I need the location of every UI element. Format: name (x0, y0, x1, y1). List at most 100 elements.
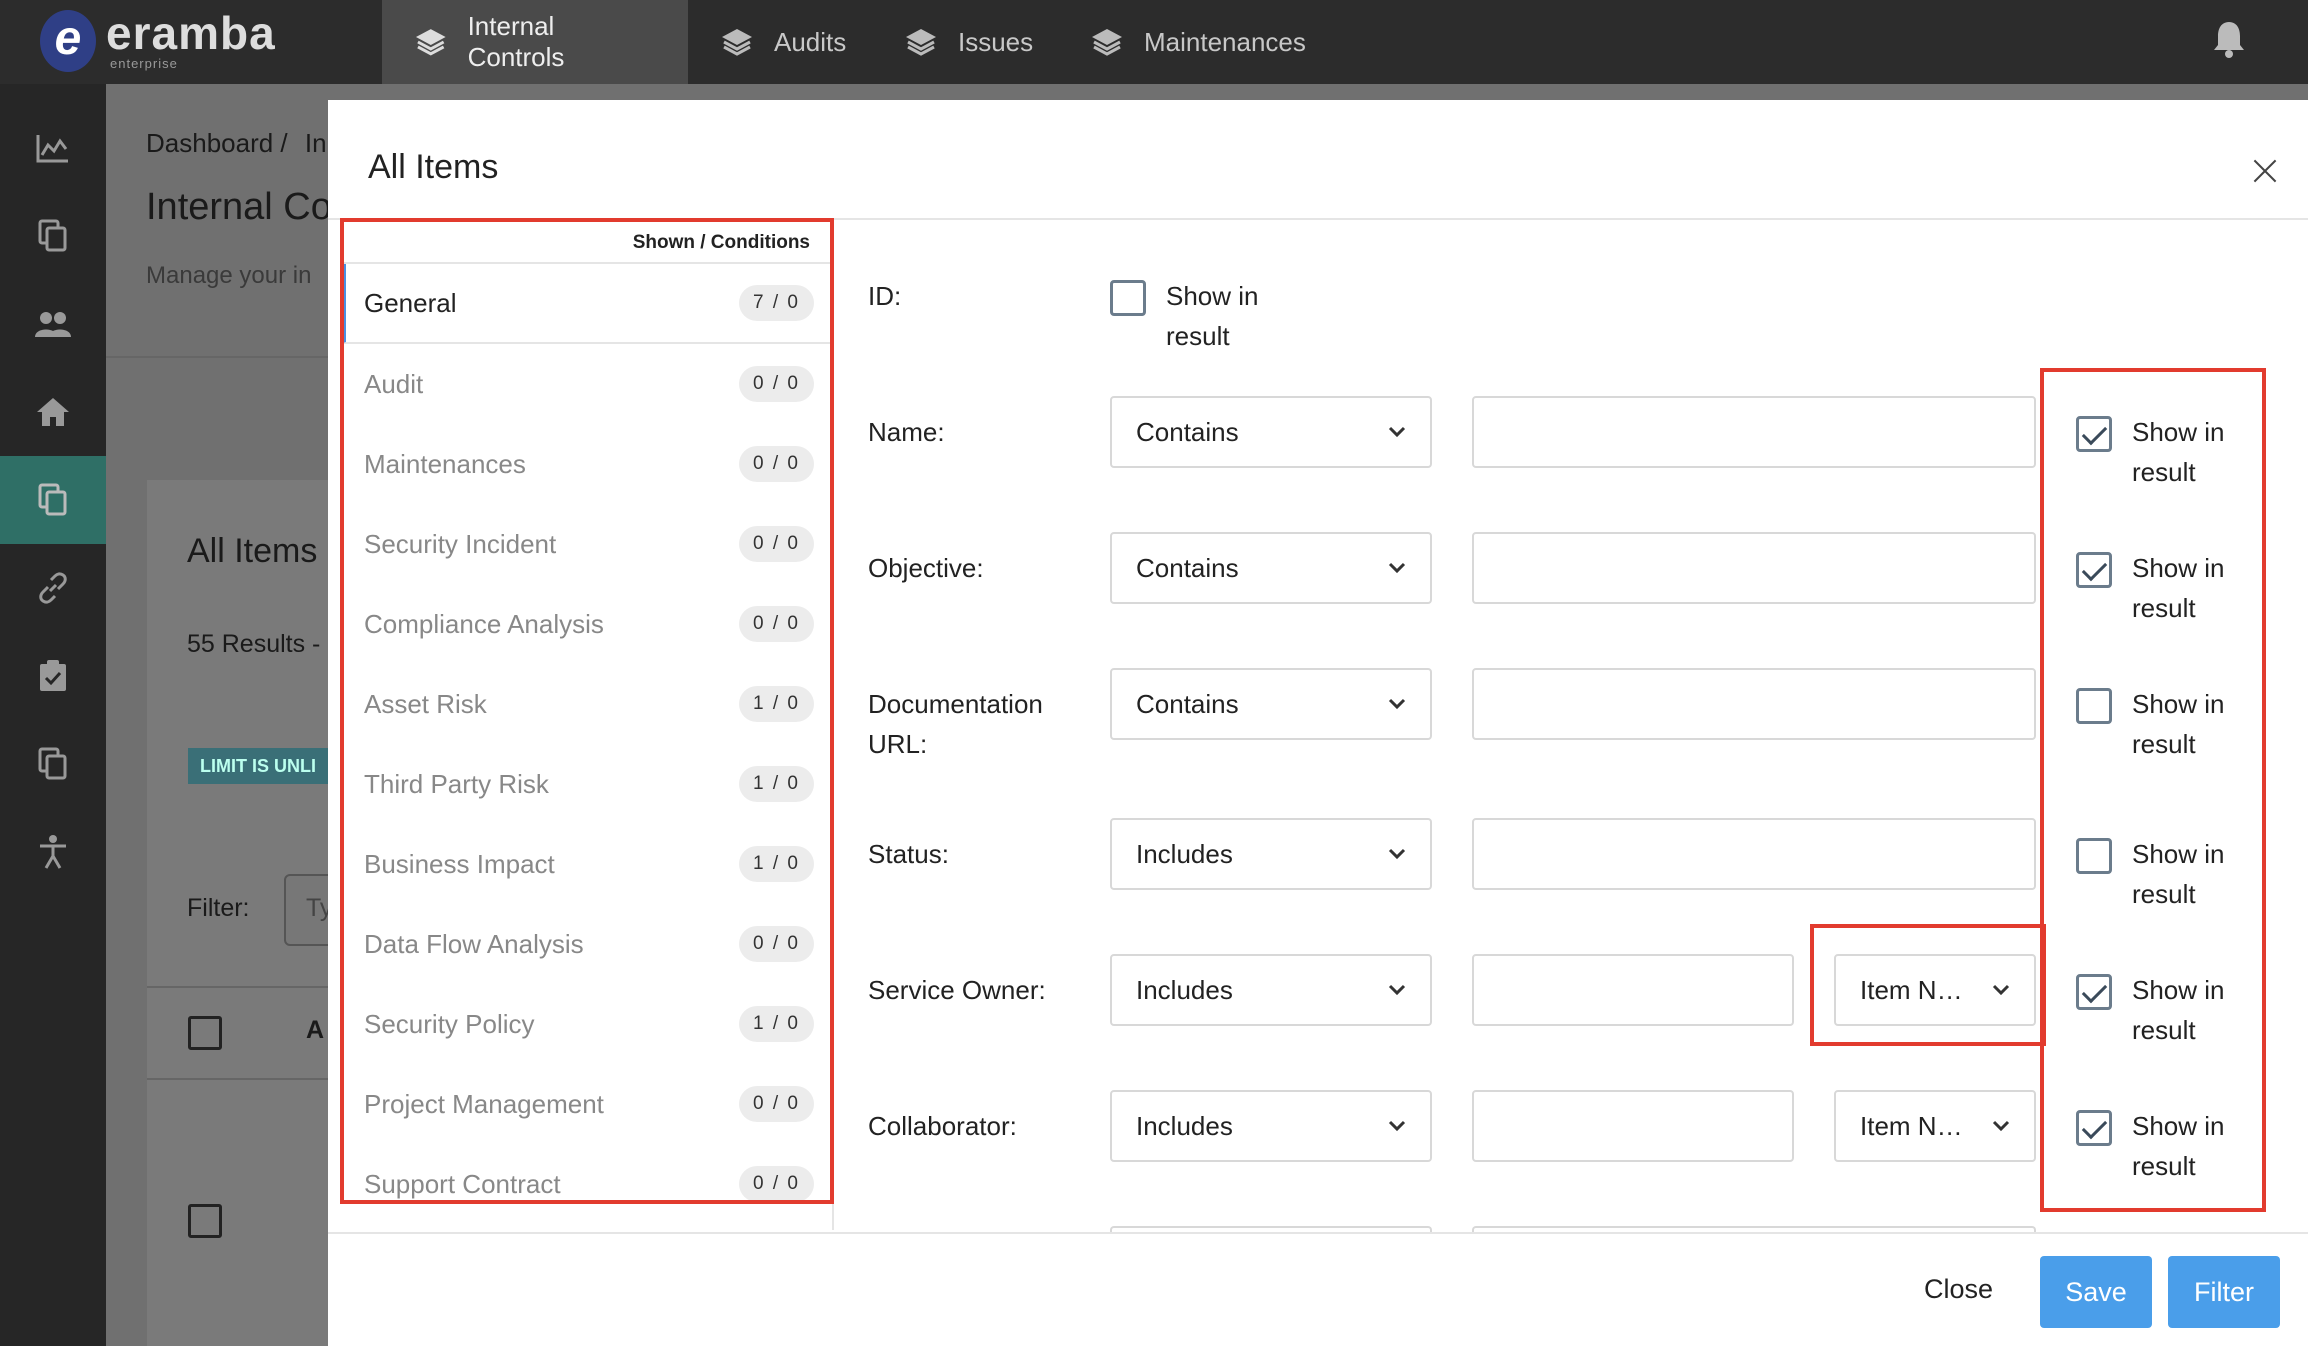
sidebar-item-documents[interactable] (0, 192, 106, 280)
show-in-result-service-owner[interactable]: Show in result (2076, 970, 2242, 1050)
show-in-result-name[interactable]: Show in result (2076, 412, 2242, 492)
select-value: Contains (1136, 416, 1239, 447)
checkbox[interactable] (2076, 974, 2112, 1010)
category-item-business-impact[interactable]: Business Impact 1 / 0 (340, 824, 834, 904)
chart-icon (36, 135, 68, 163)
checkbox[interactable] (2076, 838, 2112, 874)
card-title: All Items (187, 532, 318, 570)
select-value: Includes (1136, 1110, 1233, 1141)
logo-subtitle: enterprise (110, 56, 178, 71)
sidebar-item-policies[interactable] (0, 720, 106, 808)
field-label-name: Name: (868, 417, 945, 447)
category-item-security-policy[interactable]: Security Policy 1 / 0 (340, 984, 834, 1064)
subfield-select-service-owner[interactable]: Item N… (1834, 954, 2036, 1026)
top-navbar: e eramba enterprise Internal Controls Au… (0, 0, 2308, 84)
field-label-id: ID: (868, 281, 902, 311)
category-label: Asset Risk (364, 688, 487, 719)
select-value: Contains (1136, 688, 1239, 719)
filter-button[interactable]: Filter (2168, 1256, 2280, 1328)
category-item-security-incident[interactable]: Security Incident 0 / 0 (340, 504, 834, 584)
sidebar-item-dashboard[interactable] (0, 104, 106, 192)
select-all-checkbox[interactable] (188, 1016, 222, 1050)
category-item-data-flow-analysis[interactable]: Data Flow Analysis 0 / 0 (340, 904, 834, 984)
nav-tab-label: Issues (958, 26, 1034, 57)
category-label: Data Flow Analysis (364, 928, 584, 959)
modal-footer-divider (328, 1232, 2308, 1234)
field-label-objective: Objective: (868, 553, 984, 583)
category-item-asset-risk[interactable]: Asset Risk 1 / 0 (340, 664, 834, 744)
operator-select-collaborator[interactable]: Includes (1110, 1090, 1432, 1162)
category-label: Support Contract (364, 1168, 561, 1199)
value-input-service-owner[interactable] (1472, 954, 1794, 1026)
category-count-badge: 0 / 0 (739, 446, 814, 482)
checkbox[interactable] (2076, 552, 2112, 588)
checkbox[interactable] (2076, 1110, 2112, 1146)
category-item-project-management[interactable]: Project Management 0 / 0 (340, 1064, 834, 1144)
bell-icon[interactable] (2212, 18, 2246, 63)
category-item-audit[interactable]: Audit 0 / 0 (340, 344, 834, 424)
select-value: Includes (1136, 974, 1233, 1005)
breadcrumb[interactable]: Dashboard / In (146, 128, 327, 159)
operator-select-service-owner[interactable]: Includes (1110, 954, 1432, 1026)
close-button[interactable]: Close (1924, 1258, 1993, 1321)
eramba-logo[interactable]: e eramba enterprise (36, 2, 376, 82)
limit-badge: LIMIT IS UNLI (188, 748, 348, 784)
value-input-name[interactable] (1472, 396, 2036, 468)
chevron-down-icon (1388, 426, 1406, 438)
checkbox[interactable] (2076, 416, 2112, 452)
operator-select-documentation-url[interactable]: Contains (1110, 668, 1432, 740)
value-input-collaborator[interactable] (1472, 1090, 1794, 1162)
show-in-result-id[interactable]: Show in result (1110, 276, 1276, 356)
breadcrumb-dashboard[interactable]: Dashboard / (146, 128, 288, 158)
nav-tab-maintenances[interactable]: Maintenances (1058, 0, 1338, 84)
home-icon (37, 398, 69, 426)
category-item-maintenances[interactable]: Maintenances 0 / 0 (340, 424, 834, 504)
show-in-result-collaborator[interactable]: Show in result (2076, 1106, 2242, 1186)
logo-mark: e (40, 10, 96, 72)
sidebar-item-home[interactable] (0, 368, 106, 456)
checkbox[interactable] (2076, 688, 2112, 724)
copy-icon (38, 483, 67, 516)
nav-tab-issues[interactable]: Issues (872, 0, 1065, 84)
field-label-service-owner: Service Owner: (868, 975, 1046, 1005)
value-input-documentation-url[interactable] (1472, 668, 2036, 740)
category-item-compliance-analysis[interactable]: Compliance Analysis 0 / 0 (340, 584, 834, 664)
sidebar-item-links[interactable] (0, 544, 106, 632)
save-button[interactable]: Save (2040, 1256, 2152, 1328)
value-input-objective[interactable] (1472, 532, 2036, 604)
checkbox-label: Show in result (2132, 553, 2225, 623)
category-count-badge: 7 / 0 (739, 285, 814, 321)
category-count-badge: 0 / 0 (739, 1166, 814, 1202)
operator-select-status[interactable]: Includes (1110, 818, 1432, 890)
sidebar-item-users[interactable] (0, 280, 106, 368)
page-description: Manage your in (146, 262, 312, 289)
filter-modal: All Items Shown / Conditions General 7 /… (328, 100, 2308, 1346)
chevron-down-icon (1992, 1120, 2010, 1132)
layers-icon (415, 29, 446, 56)
column-header: A (306, 1016, 325, 1044)
value-input-status[interactable] (1472, 818, 2036, 890)
nav-tab-label: Internal Controls (467, 11, 565, 72)
sidebar-item-accessibility[interactable] (0, 808, 106, 896)
nav-tab-internal-controls[interactable]: Internal Controls (382, 0, 688, 84)
category-item-third-party-risk[interactable]: Third Party Risk 1 / 0 (340, 744, 834, 824)
category-item-support-contract[interactable]: Support Contract 0 / 0 (340, 1144, 834, 1224)
sidebar-item-internal-controls[interactable] (0, 456, 106, 544)
link-icon (39, 572, 67, 604)
row-checkbox[interactable] (188, 1204, 222, 1238)
show-in-result-status[interactable]: Show in result (2076, 834, 2242, 914)
show-in-result-objective[interactable]: Show in result (2076, 548, 2242, 628)
category-count-badge: 1 / 0 (739, 846, 814, 882)
operator-select-name[interactable]: Contains (1110, 396, 1432, 468)
nav-tab-audits[interactable]: Audits (688, 0, 878, 84)
show-in-result-documentation-url[interactable]: Show in result (2076, 684, 2242, 764)
select-value: Includes (1136, 838, 1233, 869)
close-icon[interactable] (2250, 156, 2280, 186)
checkbox[interactable] (1110, 280, 1146, 316)
category-count-badge: 1 / 0 (739, 766, 814, 802)
operator-select-objective[interactable]: Contains (1110, 532, 1432, 604)
category-item-general[interactable]: General 7 / 0 (340, 264, 834, 344)
sidebar-item-tasks[interactable] (0, 632, 106, 720)
subfield-select-collaborator[interactable]: Item N… (1834, 1090, 2036, 1162)
select-value: Item N… (1860, 1110, 1963, 1141)
